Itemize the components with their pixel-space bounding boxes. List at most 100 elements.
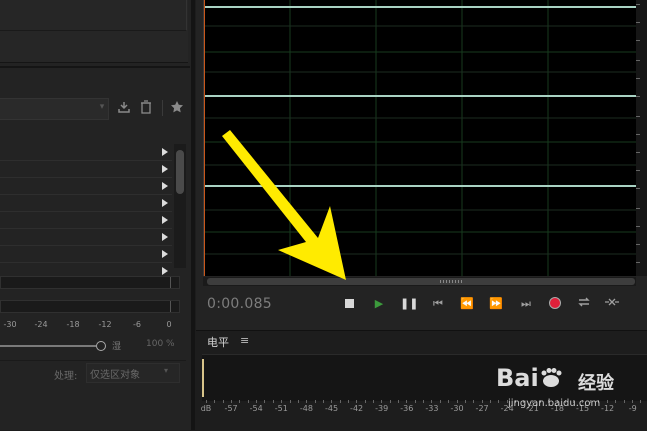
level-tick <box>406 400 408 403</box>
scrollbar-thumb[interactable] <box>176 150 184 194</box>
level-tick <box>373 400 374 403</box>
effect-slot-row[interactable] <box>0 195 172 212</box>
ruler-tick <box>636 208 640 209</box>
level-tick <box>289 400 291 403</box>
skip-to-start-icon[interactable]: ⏮ <box>429 296 447 312</box>
ruler-tick <box>636 60 640 61</box>
scale-label: -12 <box>98 320 112 329</box>
levels-panel-title: 电平 <box>207 336 229 349</box>
level-tick <box>640 400 642 403</box>
mix-slider-track[interactable] <box>0 345 96 347</box>
left-meter-scale: -30 -24 -18 -12 -6 0 <box>0 320 186 332</box>
expand-arrow-icon[interactable] <box>162 250 168 258</box>
panel-splitter[interactable] <box>191 0 195 430</box>
level-tick <box>448 400 450 403</box>
level-scale-label: -54 <box>249 404 263 413</box>
level-tick <box>364 400 366 403</box>
loop-icon[interactable] <box>575 296 593 312</box>
level-tick <box>356 400 358 403</box>
ruler-tick <box>636 22 640 23</box>
level-tick <box>414 400 416 403</box>
ruler-tick <box>636 244 640 245</box>
level-tick <box>322 400 324 403</box>
level-tick <box>615 400 617 403</box>
scale-label: -30 <box>3 320 17 329</box>
watermark-url: jingyan.baidu.com <box>508 398 601 409</box>
level-tick <box>423 400 425 403</box>
level-bar-marker <box>170 301 171 312</box>
level-tick <box>264 400 266 403</box>
panel-menu-icon[interactable]: ≡ <box>240 334 249 347</box>
skip-selection-icon[interactable] <box>603 296 621 312</box>
process-dropdown-value: 仅选区对象 <box>90 370 140 381</box>
playhead[interactable] <box>204 0 205 276</box>
mix-percent: 100 % <box>146 339 175 349</box>
preset-dropdown[interactable] <box>0 98 109 120</box>
level-scale-label: -27 <box>475 404 489 413</box>
level-tick <box>347 400 349 403</box>
favorite-star-icon[interactable] <box>168 100 186 118</box>
expand-arrow-icon[interactable] <box>162 182 168 190</box>
delete-preset-icon[interactable] <box>137 100 155 118</box>
process-label: 处理: <box>54 371 78 382</box>
level-tick <box>489 400 491 403</box>
output-level-bar <box>0 300 180 313</box>
rewind-icon[interactable]: ⏪ <box>458 296 476 312</box>
ruler-tick <box>636 226 640 227</box>
play-icon[interactable]: ▶ <box>370 296 388 312</box>
level-scale-label: -33 <box>425 404 439 413</box>
chevron-down-icon[interactable]: ▾ <box>164 366 168 375</box>
watermark-text: 经验 <box>578 373 614 394</box>
logo-text: Bai <box>496 364 539 392</box>
effect-slot-row[interactable] <box>0 161 172 178</box>
effect-slot-row[interactable] <box>0 144 172 161</box>
level-tick <box>306 400 308 403</box>
ruler-tick <box>636 188 640 189</box>
expand-arrow-icon[interactable] <box>162 233 168 241</box>
level-tick <box>431 400 433 403</box>
baidu-logo: Bai <box>496 364 563 392</box>
level-tick <box>389 400 391 403</box>
level-scale-label: -30 <box>450 404 464 413</box>
level-scale-label: -57 <box>224 404 238 413</box>
scrollbar-grip[interactable] <box>440 280 464 283</box>
chevron-down-icon[interactable]: ▾ <box>96 100 108 114</box>
effect-slot-row[interactable] <box>0 212 172 229</box>
files-panel-header <box>0 0 187 31</box>
amplitude-ruler <box>636 0 647 276</box>
level-scale-label: -48 <box>299 404 313 413</box>
effects-list <box>0 144 172 280</box>
timeline-scrollbar-thumb[interactable] <box>207 278 635 285</box>
save-preset-icon[interactable] <box>115 100 133 118</box>
level-tick <box>256 400 258 403</box>
skip-to-end-icon[interactable]: ⏭ <box>517 296 535 312</box>
record-icon[interactable] <box>549 297 561 309</box>
level-tick <box>473 400 475 403</box>
fast-forward-icon[interactable]: ⏩ <box>487 296 505 312</box>
level-tick <box>314 400 316 403</box>
waveform-display[interactable] <box>203 0 637 276</box>
level-tick <box>214 400 216 403</box>
expand-arrow-icon[interactable] <box>162 267 168 275</box>
mix-slider-knob[interactable] <box>96 341 106 351</box>
expand-arrow-icon[interactable] <box>162 216 168 224</box>
scale-label: 0 <box>166 320 172 329</box>
effect-slot-row[interactable] <box>0 246 172 263</box>
level-tick <box>206 400 207 403</box>
effect-slot-row[interactable] <box>0 178 172 195</box>
ruler-tick <box>636 78 640 79</box>
expand-arrow-icon[interactable] <box>162 165 168 173</box>
ruler-tick <box>636 96 640 97</box>
expand-arrow-icon[interactable] <box>162 199 168 207</box>
level-tick <box>398 400 400 403</box>
level-tick <box>439 400 441 403</box>
effect-slot-row[interactable] <box>0 229 172 246</box>
pause-icon[interactable]: ❚❚ <box>400 296 418 312</box>
expand-arrow-icon[interactable] <box>162 148 168 156</box>
stop-icon[interactable] <box>345 299 354 308</box>
input-level-bar <box>0 276 180 289</box>
ruler-tick <box>636 134 640 135</box>
current-time-display: 0:00.085 <box>207 296 273 312</box>
level-tick <box>623 400 625 403</box>
ruler-tick <box>636 4 640 5</box>
